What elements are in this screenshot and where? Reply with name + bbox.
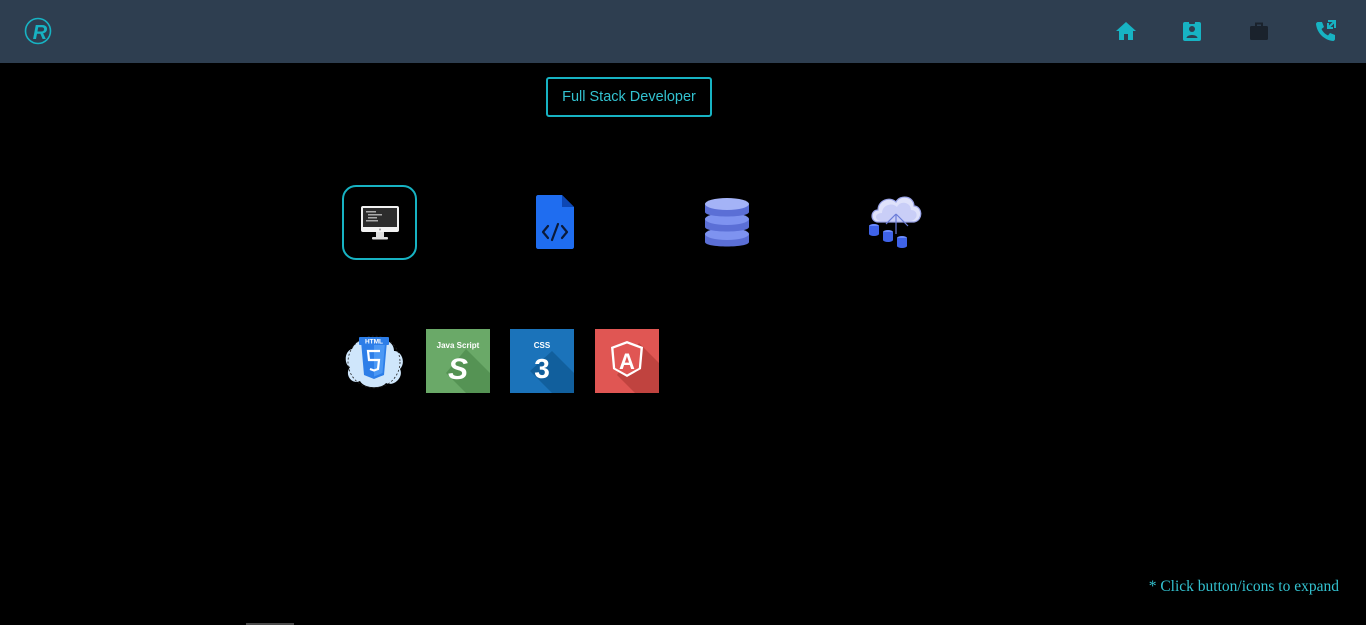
angular-glyph: A	[619, 349, 635, 374]
svg-text:R: R	[33, 22, 48, 44]
home-icon[interactable]	[1114, 19, 1138, 43]
briefcase-icon[interactable]	[1247, 19, 1271, 43]
phone-call-icon[interactable]	[1314, 19, 1338, 43]
contact-card-icon[interactable]	[1180, 19, 1204, 43]
monitor-code-icon	[360, 205, 399, 239]
role-button[interactable]: Full Stack Developer	[546, 77, 712, 117]
css3-glyph: 3	[534, 353, 550, 384]
tech-angular[interactable]: A	[595, 329, 659, 393]
category-frontend[interactable]	[342, 185, 417, 260]
cloud-database-icon	[869, 196, 922, 248]
tech-javascript[interactable]: S Java Script	[426, 329, 490, 393]
tech-css3[interactable]: 3 CSS	[510, 329, 574, 393]
database-icon	[705, 198, 749, 247]
category-backend[interactable]	[530, 193, 580, 251]
navbar: R	[0, 0, 1366, 63]
html5-icon: HTML	[345, 335, 403, 389]
category-database[interactable]	[700, 187, 754, 253]
html5-label: HTML	[365, 339, 383, 346]
javascript-icon: S	[446, 349, 490, 393]
code-file-icon	[536, 195, 574, 249]
tech-html5[interactable]: HTML	[342, 329, 406, 393]
r-logo-icon[interactable]: R	[24, 16, 52, 46]
css3-icon: 3	[530, 351, 574, 393]
javascript-label: Java Script	[436, 341, 480, 350]
category-cloud[interactable]	[862, 186, 926, 254]
javascript-glyph: S	[448, 353, 468, 386]
angular-icon: A	[611, 341, 659, 393]
expand-hint: * Click button/icons to expand	[1148, 578, 1339, 595]
css3-label: CSS	[533, 341, 551, 350]
